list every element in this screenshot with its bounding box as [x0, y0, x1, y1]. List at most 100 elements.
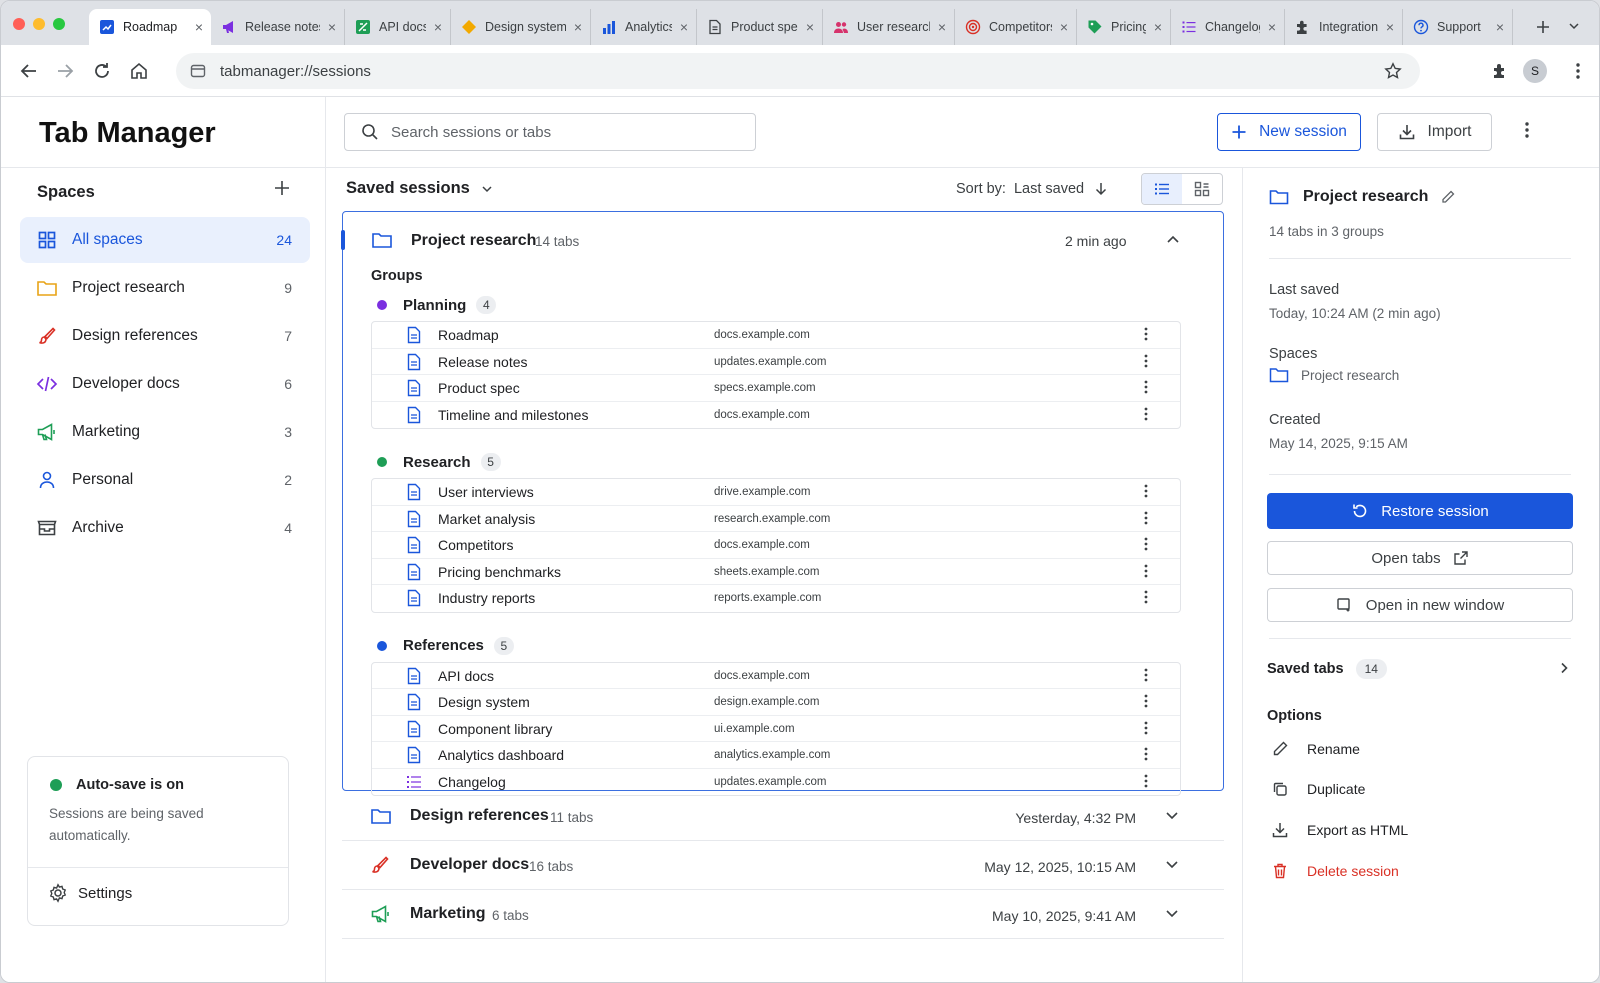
session-row-marketing[interactable]: Marketing 6 tabs May 10, 2025, 9:41 AM: [342, 890, 1224, 939]
browser-tab-competitors[interactable]: Competitors ×: [955, 9, 1077, 45]
table-row[interactable]: Component library ui.example.com: [372, 716, 1180, 742]
option-rename[interactable]: Rename: [1271, 740, 1360, 758]
tab-group-header[interactable]: Planning 4: [377, 296, 497, 314]
table-row[interactable]: Competitors docs.example.com: [372, 532, 1180, 559]
tab-search-button[interactable]: [1567, 19, 1581, 33]
table-row[interactable]: Product spec specs.example.com: [372, 375, 1180, 402]
sidebar-item-all-spaces[interactable]: All spaces 24: [20, 217, 310, 263]
grid-view-button[interactable]: [1182, 174, 1222, 204]
close-tab-icon[interactable]: ×: [574, 19, 582, 35]
tab-more-button[interactable]: [1144, 511, 1148, 525]
open-new-window-button[interactable]: Open in new window: [1267, 588, 1573, 622]
browser-tab-design-system[interactable]: Design system ×: [451, 9, 591, 45]
close-tab-icon[interactable]: ×: [806, 19, 814, 35]
option-duplicate[interactable]: Duplicate: [1271, 780, 1365, 798]
browser-tab-analytics[interactable]: Analytics ×: [591, 9, 697, 45]
tab-more-button[interactable]: [1144, 537, 1148, 551]
table-row[interactable]: Pricing benchmarks sheets.example.com: [372, 559, 1180, 585]
browser-tab-pricing[interactable]: Pricing ×: [1077, 9, 1171, 45]
new-tab-button[interactable]: [1531, 15, 1555, 39]
table-row[interactable]: Market analysis research.example.com: [372, 506, 1180, 532]
option-delete-session[interactable]: Delete session: [1271, 862, 1399, 880]
table-row[interactable]: Roadmap docs.example.com: [372, 322, 1180, 349]
home-button[interactable]: [127, 59, 151, 83]
browser-tab-user-research[interactable]: User research ×: [823, 9, 955, 45]
add-space-button[interactable]: [273, 179, 291, 197]
extensions-button[interactable]: [1488, 59, 1512, 83]
expand-session-button[interactable]: [1164, 905, 1180, 921]
table-row[interactable]: Industry reports reports.example.com: [372, 585, 1180, 612]
site-info-icon[interactable]: [190, 63, 206, 79]
search-input[interactable]: [391, 123, 731, 141]
detail-space-link[interactable]: Project research: [1269, 366, 1399, 384]
table-row[interactable]: User interviews drive.example.com: [372, 479, 1180, 506]
expand-session-button[interactable]: [1164, 807, 1180, 823]
browser-tab-integrations[interactable]: Integrations ×: [1285, 9, 1403, 45]
bookmark-star-icon[interactable]: [1384, 62, 1402, 80]
close-tab-icon[interactable]: ×: [680, 19, 688, 35]
chevron-up-icon[interactable]: [1165, 232, 1181, 248]
close-tab-icon[interactable]: ×: [1386, 19, 1394, 35]
back-button[interactable]: [17, 59, 41, 83]
sort-control[interactable]: Sort by: Last saved: [956, 181, 1108, 197]
saved-sessions-filter[interactable]: Saved sessions: [346, 179, 494, 198]
tab-more-button[interactable]: [1144, 721, 1148, 735]
saved-tabs-row[interactable]: Saved tabs 14: [1267, 654, 1573, 684]
tab-more-button[interactable]: [1144, 564, 1148, 578]
close-window-button[interactable]: [13, 18, 25, 30]
sidebar-item-personal[interactable]: Personal 2: [20, 457, 310, 503]
table-row[interactable]: Design system design.example.com: [372, 689, 1180, 716]
browser-menu-button[interactable]: [1566, 59, 1590, 83]
browser-tab-roadmap[interactable]: Roadmap ×: [89, 9, 211, 45]
close-tab-icon[interactable]: ×: [434, 19, 442, 35]
reload-button[interactable]: [90, 59, 114, 83]
search-box[interactable]: [344, 113, 756, 151]
table-row[interactable]: Timeline and milestones docs.example.com: [372, 402, 1180, 429]
sidebar-item-archive[interactable]: Archive 4: [20, 505, 310, 551]
address-url[interactable]: tabmanager://sessions: [220, 63, 371, 80]
restore-session-button[interactable]: Restore session: [1267, 493, 1573, 529]
close-tab-icon[interactable]: ×: [1268, 19, 1276, 35]
browser-tab-release-notes[interactable]: Release notes ×: [211, 9, 345, 45]
edit-pencil-icon[interactable]: [1440, 189, 1456, 205]
tab-group-header[interactable]: References 5: [377, 636, 514, 655]
table-row[interactable]: Release notes updates.example.com: [372, 349, 1180, 375]
session-card-header[interactable]: Project research 14 tabs 2 min ago: [343, 212, 1223, 268]
option-export-as-html[interactable]: Export as HTML: [1271, 821, 1408, 839]
browser-tab-api-docs[interactable]: API docs ×: [345, 9, 451, 45]
table-row[interactable]: API docs docs.example.com: [372, 663, 1180, 689]
close-tab-icon[interactable]: ×: [328, 19, 336, 35]
open-tabs-button[interactable]: Open tabs: [1267, 541, 1573, 575]
more-actions-button[interactable]: [1524, 121, 1530, 139]
settings-button[interactable]: Settings: [48, 883, 132, 903]
close-tab-icon[interactable]: ×: [195, 19, 203, 35]
tab-more-button[interactable]: [1144, 354, 1148, 368]
tab-more-button[interactable]: [1144, 380, 1148, 394]
close-tab-icon[interactable]: ×: [1060, 19, 1068, 35]
new-session-button[interactable]: New session: [1217, 113, 1361, 151]
tab-more-button[interactable]: [1144, 590, 1148, 604]
tab-more-button[interactable]: [1144, 668, 1148, 682]
forward-button[interactable]: [53, 59, 77, 83]
minimize-window-button[interactable]: [33, 18, 45, 30]
profile-avatar[interactable]: S: [1523, 59, 1547, 83]
address-bar[interactable]: tabmanager://sessions: [176, 53, 1420, 89]
close-tab-icon[interactable]: ×: [1154, 19, 1162, 35]
expand-session-button[interactable]: [1164, 856, 1180, 872]
tab-more-button[interactable]: [1144, 484, 1148, 498]
list-view-button[interactable]: [1142, 174, 1182, 204]
close-tab-icon[interactable]: ×: [938, 19, 946, 35]
table-row[interactable]: Analytics dashboard analytics.example.com: [372, 742, 1180, 769]
browser-tab-product-spec[interactable]: Product spec ×: [697, 9, 823, 45]
browser-tab-support[interactable]: Support ×: [1403, 9, 1513, 45]
session-row-developer-docs[interactable]: Developer docs 16 tabs May 12, 2025, 10:15…: [342, 841, 1224, 890]
tab-group-header[interactable]: Research 5: [377, 453, 501, 471]
tab-more-button[interactable]: [1144, 747, 1148, 761]
sidebar-item-marketing[interactable]: Marketing 3: [20, 409, 310, 455]
tab-more-button[interactable]: [1144, 774, 1148, 788]
session-row-design-references[interactable]: Design references 11 tabs Yesterday, 4:32 …: [342, 792, 1224, 841]
close-tab-icon[interactable]: ×: [1496, 19, 1504, 35]
tab-more-button[interactable]: [1144, 407, 1148, 421]
tab-more-button[interactable]: [1144, 327, 1148, 341]
zoom-window-button[interactable]: [53, 18, 65, 30]
